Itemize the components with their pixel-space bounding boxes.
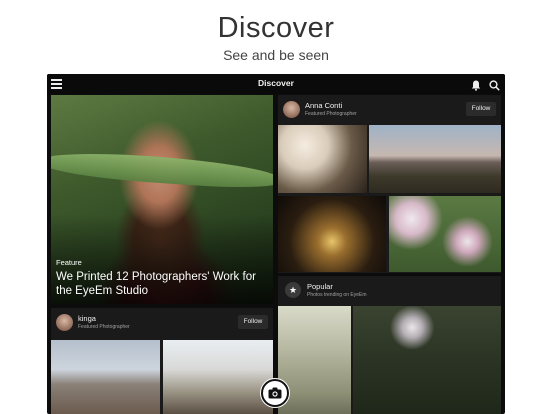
star-icon: ★ [285,282,301,298]
photographer-card-anna-conti: Anna Conti Featured Photographer Follow [278,95,501,273]
photo-thumbnail[interactable] [369,125,501,193]
photo-thumbnail[interactable] [389,196,501,272]
photographer-role: Featured Photographer [305,111,357,117]
photo-thumbnail[interactable] [51,340,160,414]
photo-thumbnail[interactable] [163,340,273,414]
popular-photos [278,306,501,414]
promo-title: Discover [217,12,335,44]
popular-subtitle: Photos trending on EyeEm [307,292,367,298]
photographer-header: Anna Conti Featured Photographer Follow [278,95,501,123]
avatar[interactable] [56,314,73,331]
photographer-name[interactable]: Anna Conti [305,101,342,110]
photographer-role: Featured Photographer [78,324,130,330]
search-icon[interactable] [489,78,500,91]
popular-header[interactable]: ★ Popular Photos trending on EyeEm [278,276,501,304]
photographer-card-kinga: kinga Featured Photographer Follow [51,308,273,414]
photographer-name[interactable]: kinga [78,314,96,323]
bell-icon[interactable] [471,78,481,91]
promo-subtitle: See and be seen [223,47,329,63]
follow-button[interactable]: Follow [238,315,268,329]
camera-button[interactable] [261,379,289,407]
app-store-screenshot: Discover See and be seen Discover Featur… [0,0,552,414]
photo-thumbnail[interactable] [353,306,501,414]
photo-thumbnail[interactable] [278,306,351,414]
top-navigation-bar: Discover [47,74,505,94]
avatar[interactable] [283,101,300,118]
photographer-photos [51,340,273,414]
photographer-header: kinga Featured Photographer Follow [51,308,273,336]
photo-thumbnail[interactable] [278,125,367,193]
camera-icon [268,387,282,399]
feature-card[interactable]: Feature We Printed 12 Photographers' Wor… [51,95,273,304]
feature-kicker: Feature [56,258,82,267]
photographer-photos [278,125,501,273]
popular-section: ★ Popular Photos trending on EyeEm [278,276,501,414]
popular-title: Popular [307,282,333,291]
page-title: Discover [258,78,294,88]
feature-headline[interactable]: We Printed 12 Photographers' Work for th… [56,270,271,298]
follow-button[interactable]: Follow [466,102,496,116]
device-screen: Discover Feature We Printed 12 Photograp… [47,74,505,414]
photo-thumbnail[interactable] [278,196,386,272]
